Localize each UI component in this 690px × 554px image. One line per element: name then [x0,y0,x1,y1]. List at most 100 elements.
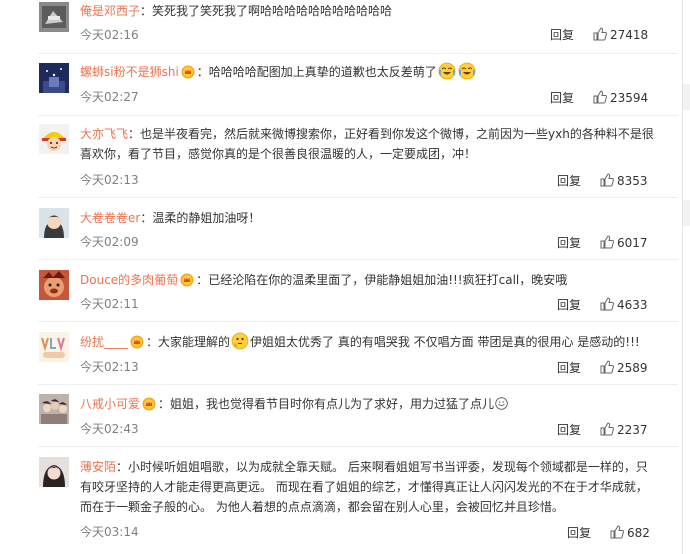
user-avatar[interactable] [39,124,69,154]
username-link[interactable]: 纷扰____ [80,335,128,349]
vip-crown-icon [181,65,195,79]
thumbs-up-icon [600,360,614,374]
username-link[interactable]: 大亦飞飞 [80,127,128,141]
thumbs-up-icon [600,173,614,187]
comment-time: 今天02:43 [80,422,139,436]
comment-content: 大亦飞飞：也是半夜看完，然后就来微博搜索你，正好看到你发这个微博，之前因为一些y… [80,124,656,164]
like-count: 23594 [610,91,649,105]
comment-time: 今天02:13 [80,360,139,374]
username-link[interactable]: 薄安陌 [80,460,116,474]
reply-button[interactable]: 回复 [557,234,581,251]
reply-button[interactable]: 回复 [557,421,581,438]
comment-text: 姐姐，我也觉得看节目时你有点儿为了求好，用力过猛了点儿 [170,397,495,411]
comment-content: 纷扰____ ：大家能理解的 伊姐姐太优秀了 真的有唱哭我 不仅唱方面 带团是真的很… [80,332,656,352]
comment-text: 也是半夜看完，然后就来微博搜索你，正好看到你发这个微博，之前因为一些yxh的各种… [80,127,654,161]
like-count: 2589 [617,361,648,375]
avatar-image [39,394,69,424]
comment-text: 笑死我了笑死我了啊哈哈哈哈哈哈哈哈哈哈哈 [152,4,393,18]
like-count: 27418 [610,28,649,42]
like-button[interactable]: 682 [610,525,650,540]
reply-button[interactable]: 回复 [550,89,574,106]
like-button[interactable]: 23594 [593,90,648,105]
reply-button[interactable]: 回复 [550,26,574,43]
comment-text-part2: 伊姐姐太优秀了 真的有唱哭我 不仅唱方面 带团是真的很用心 是感动的!!! [250,335,640,349]
comment-content: Douce的多肉葡萄 ：已经沦陷在你的温柔里面了，伊能静姐姐加油!!!疯狂打cal… [80,270,656,290]
comment-time: 今天02:13 [80,173,139,187]
like-button[interactable]: 6017 [600,235,648,250]
like-count: 682 [627,526,650,540]
comment-content: 薄安陌：小时候听姐姐唱歌，以为成就全靠天赋。 后来啊看姐姐写书当评委，发现每个领… [80,457,656,517]
comment-divider [38,384,678,385]
comment-content: 螺蛳si粉不是狮shi ：哈哈哈哈配图加上真挚的道歉也太反差萌了 [80,62,656,82]
user-avatar[interactable] [39,63,69,93]
thumbs-up-icon [610,525,624,539]
comment-content: 俺是邓西子：笑死我了笑死我了啊哈哈哈哈哈哈哈哈哈哈哈 [80,1,656,21]
comment-time: 今天02:27 [80,90,139,104]
like-count: 8353 [617,174,648,188]
like-button[interactable]: 2237 [600,422,648,437]
like-button[interactable]: 8353 [600,173,648,188]
comment-divider [38,115,678,116]
comment-text-part1: 大家能理解的 [158,335,231,349]
username-link[interactable]: 螺蛳si粉不是狮shi [80,65,179,79]
like-button[interactable]: 2589 [600,360,648,375]
user-avatar[interactable] [39,2,69,32]
thinking-emoji-icon [231,332,249,350]
thumbs-up-icon [593,27,607,41]
like-count: 6017 [617,236,648,250]
side-tab [683,84,690,110]
comment-time: 今天02:16 [80,28,139,42]
comment-time: 今天03:14 [80,525,139,539]
avatar-image [39,2,69,32]
vip-crown-icon [180,273,194,287]
reply-button[interactable]: 回复 [557,172,581,189]
comment-content: 八戒小可爱 ：姐姐，我也觉得看节目时你有点儿为了求好，用力过猛了点儿 [80,394,656,414]
laugh-cry-emoji-icon [458,62,476,80]
thumbs-up-icon [600,235,614,249]
comment-list: 俺是邓西子：笑死我了笑死我了啊哈哈哈哈哈哈哈哈哈哈哈 今天02:16 回复 27… [0,0,690,554]
username-link[interactable]: 八戒小可爱 [80,397,140,411]
name-separator: ： [140,211,153,225]
name-separator: ： [158,397,171,411]
comment-divider [38,53,678,54]
thumbs-up-icon [600,297,614,311]
comment-text: 已经沦陷在你的温柔里面了，伊能静姐姐加油!!!疯狂打call，晚安哦 [208,273,568,287]
avatar-image [39,332,69,362]
avatar-image [39,270,69,300]
user-avatar[interactable] [39,457,69,487]
like-button[interactable]: 4633 [600,297,648,312]
reply-button[interactable]: 回复 [557,359,581,376]
user-avatar[interactable] [39,332,69,362]
user-avatar[interactable] [39,394,69,424]
comment-text: 小时候听姐姐唱歌，以为成就全靠天赋。 后来啊看姐姐写书当评委，发现每个领域都是一… [80,460,648,514]
username-link[interactable]: 俺是邓西子 [80,4,140,18]
name-separator: ： [196,273,209,287]
avatar-image [39,63,69,93]
side-tab [683,200,690,226]
avatar-image [39,124,69,154]
vip-crown-icon [142,397,156,411]
avatar-image [39,457,69,487]
laugh-cry-emoji-icon [438,62,456,80]
user-avatar[interactable] [39,270,69,300]
comment-content: 大卷卷卷er：温柔的静姐加油呀！ [80,208,656,228]
reply-button[interactable]: 回复 [567,524,591,541]
sweat-smile-emoji-icon [495,397,508,410]
comment-divider [38,259,678,260]
comment-divider [38,197,678,198]
thumbs-up-icon [600,422,614,436]
reply-button[interactable]: 回复 [557,296,581,313]
user-avatar[interactable] [39,208,69,238]
comment-time: 今天02:09 [80,235,139,249]
comment-divider [38,321,678,322]
vip-crown-icon [130,335,144,349]
username-link[interactable]: 大卷卷卷er [80,211,140,225]
name-separator: ： [146,335,159,349]
comment-text: 温柔的静姐加油呀！ [152,211,261,225]
comment-text: 哈哈哈哈配图加上真挚的道歉也太反差萌了 [208,65,437,79]
like-count: 4633 [617,298,648,312]
thumbs-up-icon [593,90,607,104]
username-link[interactable]: Douce的多肉葡萄 [80,273,178,287]
like-button[interactable]: 27418 [593,27,648,42]
like-count: 2237 [617,423,648,437]
